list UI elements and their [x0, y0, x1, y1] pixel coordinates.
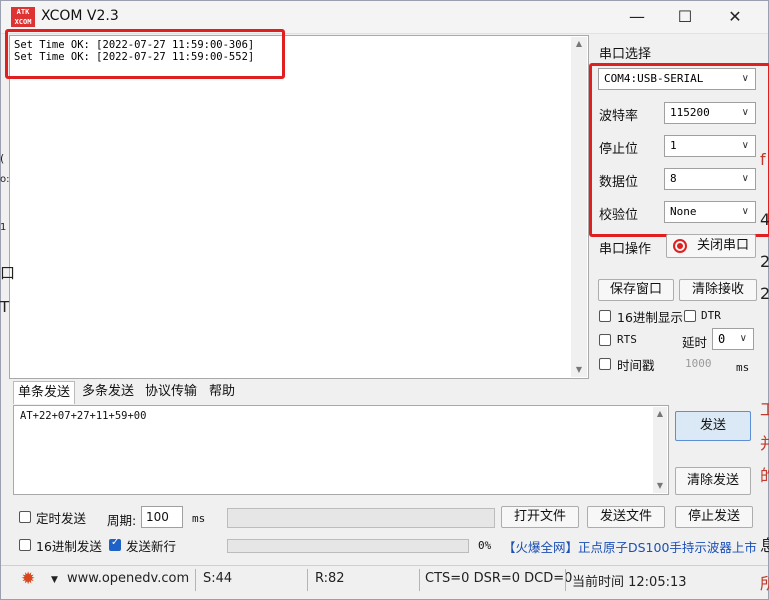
receive-line: Set Time OK: [2022-07-27 11:59:00-552] [14, 51, 255, 63]
close-button[interactable]: ✕ [713, 5, 757, 29]
stop-bits-label: 停止位 [599, 142, 639, 157]
ad-link[interactable]: 【火爆全网】正点原子DS100手持示波器上市 [503, 537, 757, 556]
chevron-down-icon: ∨ [741, 73, 749, 84]
hex-send-label: 16进制发送 [36, 539, 102, 554]
scroll-up-icon[interactable]: ▲ [571, 37, 587, 51]
receive-scrollbar[interactable]: ▲ ▼ [571, 37, 587, 377]
chevron-down-icon[interactable]: ▼ [51, 575, 58, 585]
received-count: R:82 [315, 571, 345, 586]
scroll-up-icon[interactable]: ▲ [653, 407, 667, 421]
background-text: 并 [760, 434, 769, 453]
chevron-down-icon: ∨ [741, 140, 749, 151]
gear-icon[interactable]: ✹ [21, 569, 35, 589]
rts-label: RTS [617, 333, 637, 346]
background-text: o: [0, 174, 10, 185]
background-text: 2 [760, 252, 769, 271]
period-unit: ms [192, 512, 206, 525]
parity-select[interactable]: None ∨ [664, 201, 756, 223]
chevron-down-icon: ∨ [741, 107, 749, 118]
background-text: 2 [760, 284, 769, 303]
scroll-down-icon[interactable]: ▼ [571, 363, 587, 377]
chevron-down-icon: ∨ [739, 333, 747, 344]
background-text: 工 [760, 400, 769, 419]
background-text: 1 [0, 222, 7, 233]
baud-label: 波特率 [599, 109, 639, 124]
save-window-button[interactable]: 保存窗口 [598, 279, 674, 301]
tab-multi-send[interactable]: 多条发送 [78, 381, 138, 403]
dtr-label: DTR [701, 309, 721, 322]
send-textarea[interactable]: AT+22+07+27+11+59+00 [13, 405, 669, 495]
tab-single-send[interactable]: 单条发送 [13, 381, 76, 404]
timestamp-checkbox[interactable] [599, 358, 611, 370]
maximize-button[interactable]: ☐ [663, 5, 707, 29]
clear-send-button[interactable]: 清除发送 [675, 467, 751, 495]
send-button[interactable]: 发送 [675, 411, 751, 441]
stop-bits-select[interactable]: 1 ∨ [664, 135, 756, 157]
timed-send-label: 定时发送 [36, 511, 87, 526]
tab-protocol[interactable]: 协议传输 [141, 381, 201, 403]
tab-help[interactable]: 帮助 [205, 381, 239, 403]
background-text: T [0, 298, 10, 316]
background-text: ( [0, 152, 5, 165]
open-file-button[interactable]: 打开文件 [501, 506, 579, 528]
send-text: AT+22+07+27+11+59+00 [20, 410, 147, 422]
data-bits-select[interactable]: 8 ∨ [664, 168, 756, 190]
timed-send-checkbox[interactable] [19, 511, 31, 523]
data-bits-label: 数据位 [599, 175, 639, 190]
send-scrollbar[interactable]: ▲ ▼ [653, 407, 667, 493]
website-link[interactable]: www.openedv.com [67, 571, 189, 586]
timestamp-interval[interactable]: 1000 [685, 357, 712, 370]
status-bar: ✹ ▼ www.openedv.com S:44 R:82 CTS=0 DSR=… [1, 565, 768, 594]
background-text: 的 [760, 466, 769, 485]
file-path-bar [227, 508, 495, 528]
chevron-down-icon: ∨ [741, 206, 749, 217]
timestamp-label: 时间戳 [617, 358, 655, 373]
delay-label: 延时 [682, 335, 708, 350]
chevron-down-icon: ∨ [741, 173, 749, 184]
receive-line: Set Time OK: [2022-07-27 11:59:00-306] [14, 39, 255, 51]
send-progress-percent: 0% [478, 539, 492, 552]
send-newline-checkbox[interactable] [109, 537, 121, 551]
receive-textarea[interactable]: Set Time OK: [2022-07-27 11:59:00-306] S… [9, 35, 589, 379]
clear-receive-button[interactable]: 清除接收 [679, 279, 757, 301]
background-text: 口 [0, 264, 16, 282]
send-file-button[interactable]: 发送文件 [587, 506, 665, 528]
port-op-label: 串口操作 [599, 242, 652, 257]
background-text: 4 [760, 210, 769, 229]
minimize-button[interactable]: — [615, 5, 659, 29]
window-title: XCOM V2.3 [41, 8, 119, 24]
port-select-label: 串口选择 [599, 47, 652, 62]
signal-status: CTS=0 DSR=0 DCD=0 [425, 571, 573, 586]
sent-count: S:44 [203, 571, 233, 586]
baud-select[interactable]: 115200 ∨ [664, 102, 756, 124]
hex-display-checkbox[interactable] [599, 310, 611, 322]
rts-checkbox[interactable] [599, 334, 611, 346]
background-text: f [760, 150, 766, 169]
port-status-icon [673, 239, 687, 253]
parity-label: 校验位 [599, 208, 639, 223]
period-label: 周期: [107, 513, 137, 528]
title-bar: ATK XCOM XCOM V2.3 — ☐ ✕ [1, 1, 768, 34]
dtr-checkbox[interactable] [684, 310, 696, 322]
stop-send-button[interactable]: 停止发送 [675, 506, 753, 528]
hex-send-checkbox[interactable] [19, 539, 31, 551]
delay-select[interactable]: 0 ∨ [712, 328, 754, 350]
close-port-button[interactable]: 关闭串口 [666, 234, 756, 258]
hex-display-label: 16进制显示 [617, 310, 683, 325]
app-logo-icon: ATK XCOM [11, 7, 35, 27]
period-input[interactable]: 100 [141, 506, 183, 528]
background-text: 所 [760, 574, 769, 593]
background-text: 息 [760, 536, 769, 555]
port-select[interactable]: COM4:USB-SERIAL ∨ [598, 68, 756, 90]
scroll-down-icon[interactable]: ▼ [653, 479, 667, 493]
send-newline-label: 发送新行 [126, 539, 177, 554]
timestamp-unit: ms [736, 361, 750, 374]
send-progress-bar [227, 539, 469, 553]
current-time: 当前时间 12:05:13 [572, 575, 687, 590]
window: ATK XCOM XCOM V2.3 — ☐ ✕ Set Time OK: [20… [0, 0, 769, 600]
